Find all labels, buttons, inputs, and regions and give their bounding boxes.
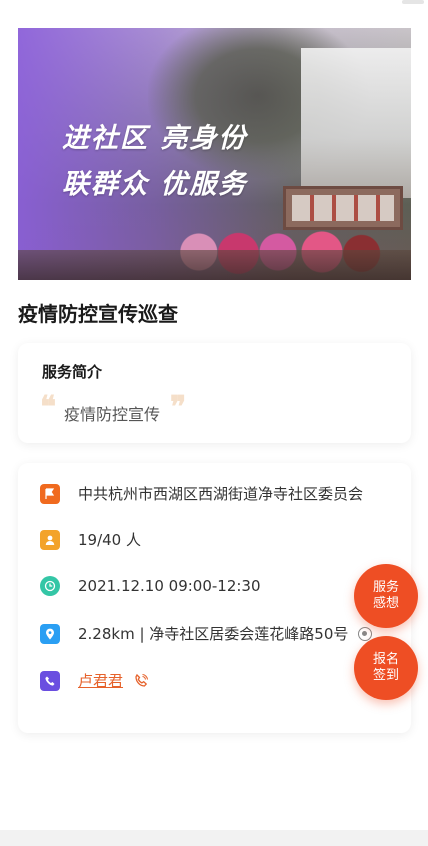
banner-slogan-line2: 联群众 优服务 bbox=[62, 169, 248, 200]
organization-row: 中共杭州市西湖区西湖街道净寺社区委员会 bbox=[40, 483, 363, 504]
location-row[interactable]: 2.28km | 净寺社区居委会莲花峰路50号 bbox=[40, 623, 373, 644]
contact-name-link[interactable]: 卢君君 bbox=[78, 670, 123, 691]
participants-row: 19/40 人 bbox=[40, 529, 141, 550]
navigate-target-icon[interactable] bbox=[358, 626, 373, 641]
person-icon bbox=[40, 529, 60, 550]
activity-location[interactable]: 2.28km | 净寺社区居委会莲花峰路50号 bbox=[78, 623, 348, 644]
service-feedback-button[interactable]: 服务 感想 bbox=[354, 564, 418, 628]
service-intro-text: 疫情防控宣传 bbox=[64, 405, 161, 424]
activity-title: 疫情防控宣传巡查 bbox=[18, 302, 178, 326]
flag-icon bbox=[40, 483, 60, 504]
banner-building bbox=[301, 48, 411, 198]
signup-checkin-button[interactable]: 报名 签到 bbox=[354, 636, 418, 700]
service-intro-card: 服务简介 ❝ 疫情防控宣传 ❞ bbox=[18, 343, 411, 443]
service-feedback-label-1: 服务 bbox=[372, 580, 399, 595]
phone-icon bbox=[40, 670, 60, 691]
open-quote-icon: ❝ bbox=[40, 390, 57, 425]
signup-checkin-label-2: 签到 bbox=[372, 668, 399, 683]
activity-banner: 进社区 亮身份 联群众 优服务 bbox=[18, 28, 411, 280]
close-quote-icon: ❞ bbox=[170, 390, 187, 425]
clock-icon bbox=[40, 576, 60, 596]
organization-name: 中共杭州市西湖区西湖街道净寺社区委员会 bbox=[78, 485, 364, 503]
call-icon[interactable] bbox=[133, 673, 149, 689]
service-feedback-label-2: 感想 bbox=[372, 596, 399, 611]
bottom-bar bbox=[0, 830, 428, 846]
top-scroll-indicator bbox=[402, 0, 424, 4]
location-pin-icon bbox=[40, 623, 60, 644]
participants-count: 19/40 人 bbox=[78, 531, 141, 549]
signup-checkin-label-1: 报名 bbox=[372, 652, 399, 667]
time-row: 2021.12.10 09:00-12:30 bbox=[40, 576, 261, 596]
activity-time: 2021.12.10 09:00-12:30 bbox=[78, 577, 261, 595]
banner-slogan-line1: 进社区 亮身份 bbox=[62, 123, 248, 154]
activity-info-card: 中共杭州市西湖区西湖街道净寺社区委员会 19/40 人 2021.12.10 0… bbox=[18, 463, 411, 733]
contact-row[interactable]: 卢君君 bbox=[40, 670, 149, 691]
service-intro-heading: 服务简介 bbox=[42, 363, 103, 381]
banner-ground bbox=[18, 250, 411, 280]
